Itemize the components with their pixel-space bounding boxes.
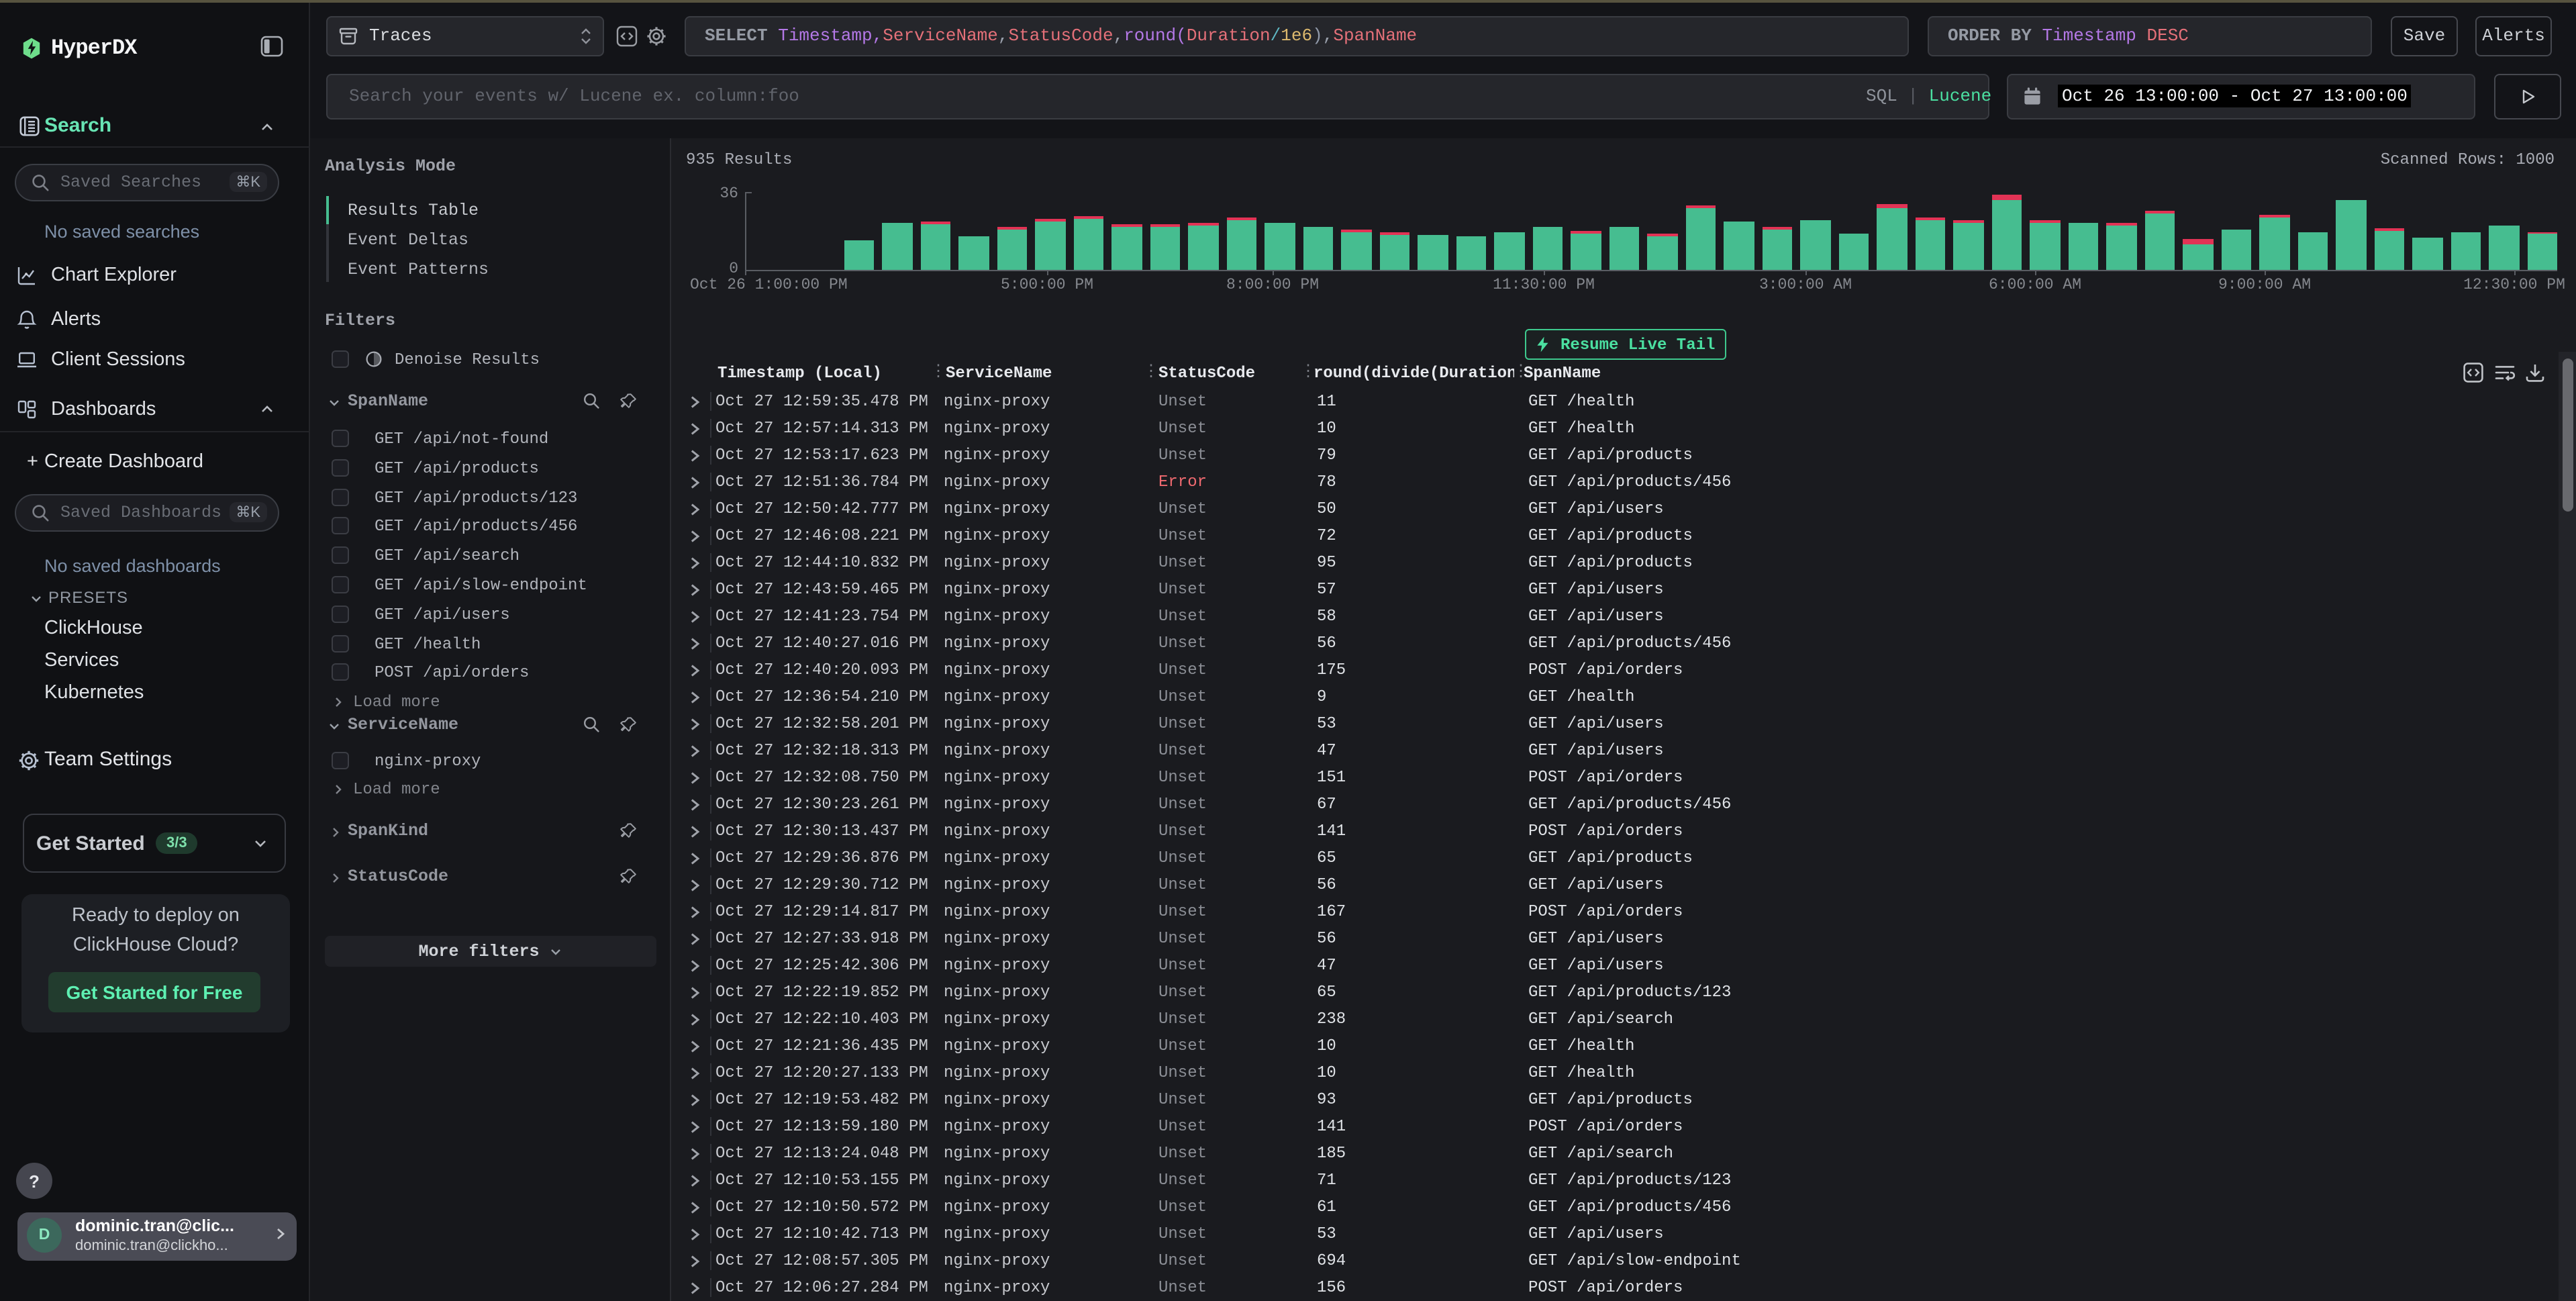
svg-text:?: ? (29, 1171, 40, 1191)
